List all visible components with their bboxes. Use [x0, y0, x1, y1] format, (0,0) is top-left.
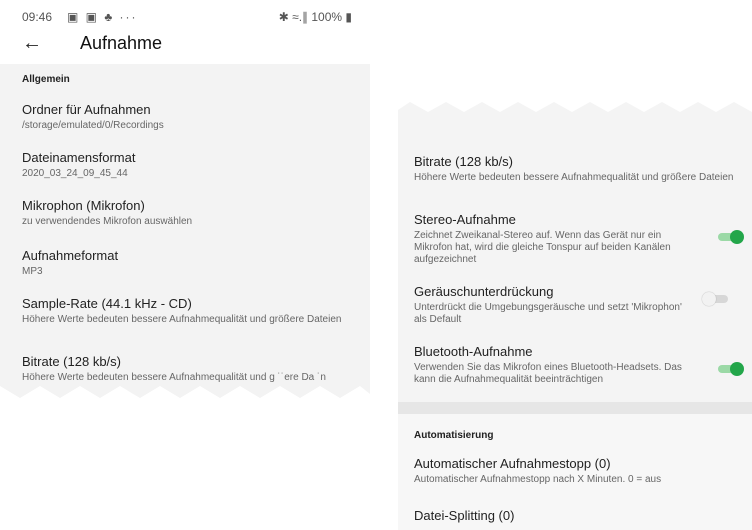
pref-summary: Höhere Werte bedeuten bessere Aufnahmequ…: [22, 314, 342, 325]
stereo-toggle-switch[interactable]: [716, 230, 744, 244]
pref-sample-rate[interactable]: Sample-Rate (44.1 kHz - CD) Höhere Werte…: [22, 296, 362, 326]
pref-title: Datei-Splitting (0): [414, 508, 515, 523]
back-arrow-icon[interactable]: ←: [22, 32, 42, 55]
pref-bluetooth-recording[interactable]: Bluetooth-Aufnahme Verwenden Sie das Mik…: [414, 344, 684, 386]
pref-title: Bitrate (128 kb/s): [22, 354, 121, 369]
section-header-automatisierung: Automatisierung: [414, 430, 494, 441]
pref-title: Mikrophon (Mikrofon): [22, 198, 145, 213]
pref-title: Dateinamensformat: [22, 150, 136, 165]
pref-microphone[interactable]: Mikrophon (Mikrofon) zu verwendendes Mik…: [22, 198, 362, 228]
pref-title: Ordner für Aufnahmen: [22, 102, 151, 117]
pref-summary: Unterdrückt die Umgebungsgeräusche und s…: [414, 302, 682, 325]
pref-auto-stop[interactable]: Automatischer Aufnahmestopp (0) Automati…: [414, 456, 744, 486]
right-screenshot: Bitrate (128 kb/s) Höhere Werte bedeuten…: [398, 100, 752, 530]
pref-summary: zu verwendendes Mikrofon auswählen: [22, 216, 193, 227]
app-bar: ← Aufnahme: [0, 30, 370, 60]
section-header-allgemein: Allgemein: [22, 74, 70, 85]
pref-summary: Verwenden Sie das Mikrofon eines Bluetoo…: [414, 362, 682, 385]
pref-recording-folder[interactable]: Ordner für Aufnahmen /storage/emulated/0…: [22, 102, 362, 132]
toggle-thumb: [730, 230, 744, 244]
pref-summary: Höhere Werte bedeuten bessere Aufnahmequ…: [22, 372, 326, 383]
left-screenshot: 09:46 ▣ ▣ ♣ ··· ✱ ≈.∥ 100% ▮ ← Aufnahme …: [0, 0, 370, 400]
notification-icons: ▣ ▣ ♣ ···: [67, 10, 138, 24]
torn-edge: [398, 100, 752, 112]
system-status-icons: ✱ ≈.∥ 100% ▮: [278, 10, 352, 24]
page-title: Aufnahme: [80, 33, 163, 53]
status-time: 09:46: [22, 10, 53, 24]
pref-summary: MP3: [22, 266, 43, 277]
settings-list: Allgemein Ordner für Aufnahmen /storage/…: [0, 64, 370, 398]
toggle-thumb: [702, 292, 716, 306]
pref-title: Automatischer Aufnahmestopp (0): [414, 456, 611, 471]
pref-bitrate[interactable]: Bitrate (128 kb/s) Höhere Werte bedeuten…: [22, 354, 362, 384]
pref-title: Aufnahmeformat: [22, 248, 119, 263]
pref-title: Stereo-Aufnahme: [414, 212, 516, 227]
status-bar: 09:46 ▣ ▣ ♣ ··· ✱ ≈.∥ 100% ▮: [22, 8, 352, 26]
pref-title: Bitrate (128 kb/s): [414, 154, 513, 169]
section-divider: [398, 402, 752, 414]
pref-summary: Höhere Werte bedeuten bessere Aufnahmequ…: [414, 172, 734, 183]
pref-stereo-recording[interactable]: Stereo-Aufnahme Zeichnet Zweikanal-Stere…: [414, 212, 684, 266]
pref-title: Sample-Rate (44.1 kHz - CD): [22, 296, 192, 311]
toggle-thumb: [730, 362, 744, 376]
pref-title: Geräuschunterdrückung: [414, 284, 554, 299]
pref-bitrate[interactable]: Bitrate (128 kb/s) Höhere Werte bedeuten…: [414, 154, 734, 184]
pref-summary: Zeichnet Zweikanal-Stereo auf. Wenn das …: [414, 230, 671, 265]
pref-summary: Automatischer Aufnahmestopp nach X Minut…: [414, 474, 662, 485]
noise-suppression-toggle-switch[interactable]: [702, 292, 730, 306]
pref-filename-format[interactable]: Dateinamensformat 2020_03_24_09_45_44: [22, 150, 362, 180]
pref-summary: 2020_03_24_09_45_44: [22, 168, 128, 179]
bluetooth-toggle-switch[interactable]: [716, 362, 744, 376]
pref-title: Bluetooth-Aufnahme: [414, 344, 533, 359]
pref-summary: /storage/emulated/0/Recordings: [22, 120, 164, 131]
pref-recording-format[interactable]: Aufnahmeformat MP3: [22, 248, 362, 278]
torn-edge: [0, 386, 370, 400]
pref-noise-suppression[interactable]: Geräuschunterdrückung Unterdrückt die Um…: [414, 284, 684, 326]
pref-file-splitting[interactable]: Datei-Splitting (0): [414, 508, 744, 524]
